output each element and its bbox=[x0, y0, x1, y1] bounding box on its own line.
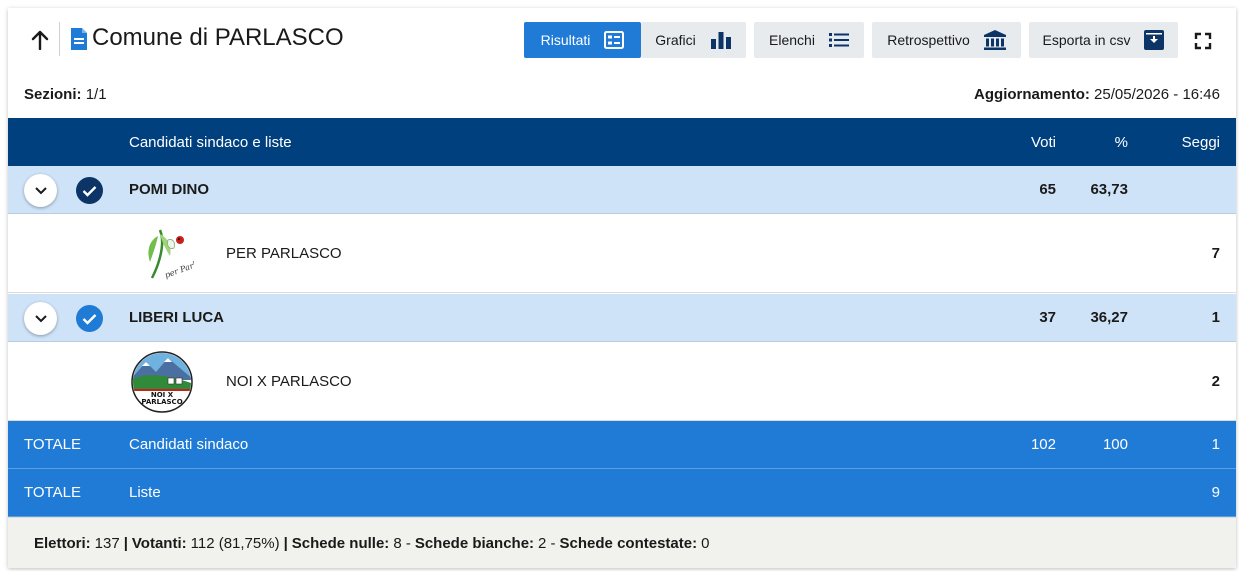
chevron-down-icon bbox=[34, 314, 47, 322]
noi-x-parlasco-logo: NOI X PARLASCO bbox=[131, 351, 193, 413]
totale-voti: 102 bbox=[1030, 436, 1056, 453]
totale-desc: Liste bbox=[129, 484, 161, 501]
results-card: Comune di PARLASCO Risultati Grafici Ele… bbox=[8, 8, 1236, 568]
page-title: Comune di PARLASCO bbox=[92, 24, 344, 51]
bianche-label: Schede bianche: bbox=[414, 534, 535, 552]
header-divider bbox=[59, 22, 60, 56]
candidate-voti: 37 bbox=[1039, 309, 1056, 326]
card-header: Comune di PARLASCO Risultati Grafici Ele… bbox=[8, 8, 1236, 74]
sezioni-value: 1/1 bbox=[85, 86, 107, 103]
votanti-label: Votanti: bbox=[131, 534, 187, 552]
list-row: NOI X PARLASCO NOI X PARLASCO 2 bbox=[8, 342, 1236, 421]
nulle-label: Schede nulle: bbox=[291, 534, 390, 552]
chevron-down-icon bbox=[34, 186, 47, 194]
candidate-name: LIBERI LUCA bbox=[129, 309, 224, 326]
list-seggi: 7 bbox=[1211, 244, 1220, 262]
candidate-row[interactable]: POMI DINO 65 63,73 bbox=[8, 166, 1236, 214]
votanti-value: 112 (81,75%) bbox=[190, 534, 280, 552]
elenchi-button[interactable]: Elenchi bbox=[754, 22, 864, 58]
sezioni-info: Sezioni: 1/1 bbox=[24, 86, 107, 103]
arrow-up-icon bbox=[31, 30, 49, 50]
summary-line: Elettori: 137 | Votanti: 112 (81,75%) | … bbox=[34, 518, 709, 568]
totale-desc: Candidati sindaco bbox=[129, 436, 249, 453]
expand-button[interactable] bbox=[24, 174, 57, 207]
totale-label: TOTALE bbox=[24, 484, 81, 501]
totale-candidati-row: TOTALE Candidati sindaco 102 100 1 bbox=[8, 421, 1236, 469]
aggiornamento-value: 25/05/2026 - 16:46 bbox=[1094, 86, 1220, 103]
elenchi-label: Elenchi bbox=[769, 32, 815, 48]
back-up-button[interactable] bbox=[28, 26, 52, 54]
aggiornamento-label: Aggiornamento: bbox=[974, 86, 1090, 103]
totale-perc: 100 bbox=[1102, 436, 1128, 453]
col-perc: % bbox=[1114, 133, 1128, 151]
svg-text:PARLASCO: PARLASCO bbox=[141, 398, 182, 406]
per-parlasco-logo: per Parlasco bbox=[132, 224, 194, 284]
col-voti: Voti bbox=[1030, 133, 1056, 151]
check-circle-icon bbox=[76, 177, 103, 204]
totale-seggi: 9 bbox=[1211, 484, 1220, 501]
separator: | bbox=[283, 534, 288, 552]
totale-liste-row: TOTALE Liste 9 bbox=[8, 469, 1236, 517]
download-box-icon bbox=[1144, 30, 1165, 50]
candidate-row[interactable]: LIBERI LUCA 37 36,27 1 bbox=[8, 294, 1236, 342]
contestate-label: Schede contestate: bbox=[559, 534, 698, 552]
candidate-voti: 65 bbox=[1039, 181, 1056, 198]
grafici-button[interactable]: Grafici bbox=[641, 22, 746, 58]
grafici-label: Grafici bbox=[655, 32, 696, 48]
retrospettivo-button[interactable]: Retrospettivo bbox=[872, 22, 1021, 58]
summary-footer: Elettori: 137 | Votanti: 112 (81,75%) | … bbox=[8, 517, 1236, 568]
fullscreen-icon[interactable] bbox=[1193, 31, 1213, 51]
aggiornamento-info: Aggiornamento: 25/05/2026 - 16:46 bbox=[974, 86, 1220, 103]
candidate-perc: 36,27 bbox=[1090, 309, 1128, 326]
list-name: PER PARLASCO bbox=[226, 244, 342, 262]
candidate-name: POMI DINO bbox=[129, 181, 210, 198]
col-seggi: Seggi bbox=[1181, 133, 1220, 151]
bank-icon bbox=[983, 30, 1006, 50]
risultati-button[interactable]: Risultati bbox=[524, 22, 641, 58]
nulle-value: 8 - bbox=[393, 534, 411, 552]
sezioni-label: Sezioni: bbox=[24, 86, 82, 103]
bullet-list-icon bbox=[828, 33, 849, 47]
risultati-label: Risultati bbox=[540, 32, 591, 48]
totale-label: TOTALE bbox=[24, 436, 81, 453]
esporta-label: Esporta in csv bbox=[1042, 32, 1131, 48]
col-candidati: Candidati sindaco e liste bbox=[129, 133, 292, 151]
bianche-value: 2 - bbox=[538, 534, 556, 552]
contestate-value: 0 bbox=[701, 534, 710, 552]
retrospettivo-label: Retrospettivo bbox=[887, 32, 970, 48]
bar-chart-icon bbox=[710, 32, 731, 49]
document-icon bbox=[71, 28, 87, 50]
table-header: Candidati sindaco e liste Voti % Seggi bbox=[8, 118, 1236, 166]
candidate-seggi: 1 bbox=[1211, 309, 1220, 326]
elettori-label: Elettori: bbox=[34, 534, 91, 552]
separator: | bbox=[123, 534, 128, 552]
list-row: per Parlasco PER PARLASCO 7 bbox=[8, 214, 1236, 293]
check-circle-icon bbox=[76, 305, 103, 332]
candidate-perc: 63,73 bbox=[1090, 181, 1128, 198]
expand-button[interactable] bbox=[24, 302, 57, 335]
esporta-csv-button[interactable]: Esporta in csv bbox=[1029, 22, 1178, 58]
elettori-value: 137 bbox=[94, 534, 120, 552]
list-name: NOI X PARLASCO bbox=[226, 372, 352, 390]
totale-seggi: 1 bbox=[1211, 436, 1220, 453]
list-details-icon bbox=[604, 31, 625, 49]
list-seggi: 2 bbox=[1211, 372, 1220, 390]
